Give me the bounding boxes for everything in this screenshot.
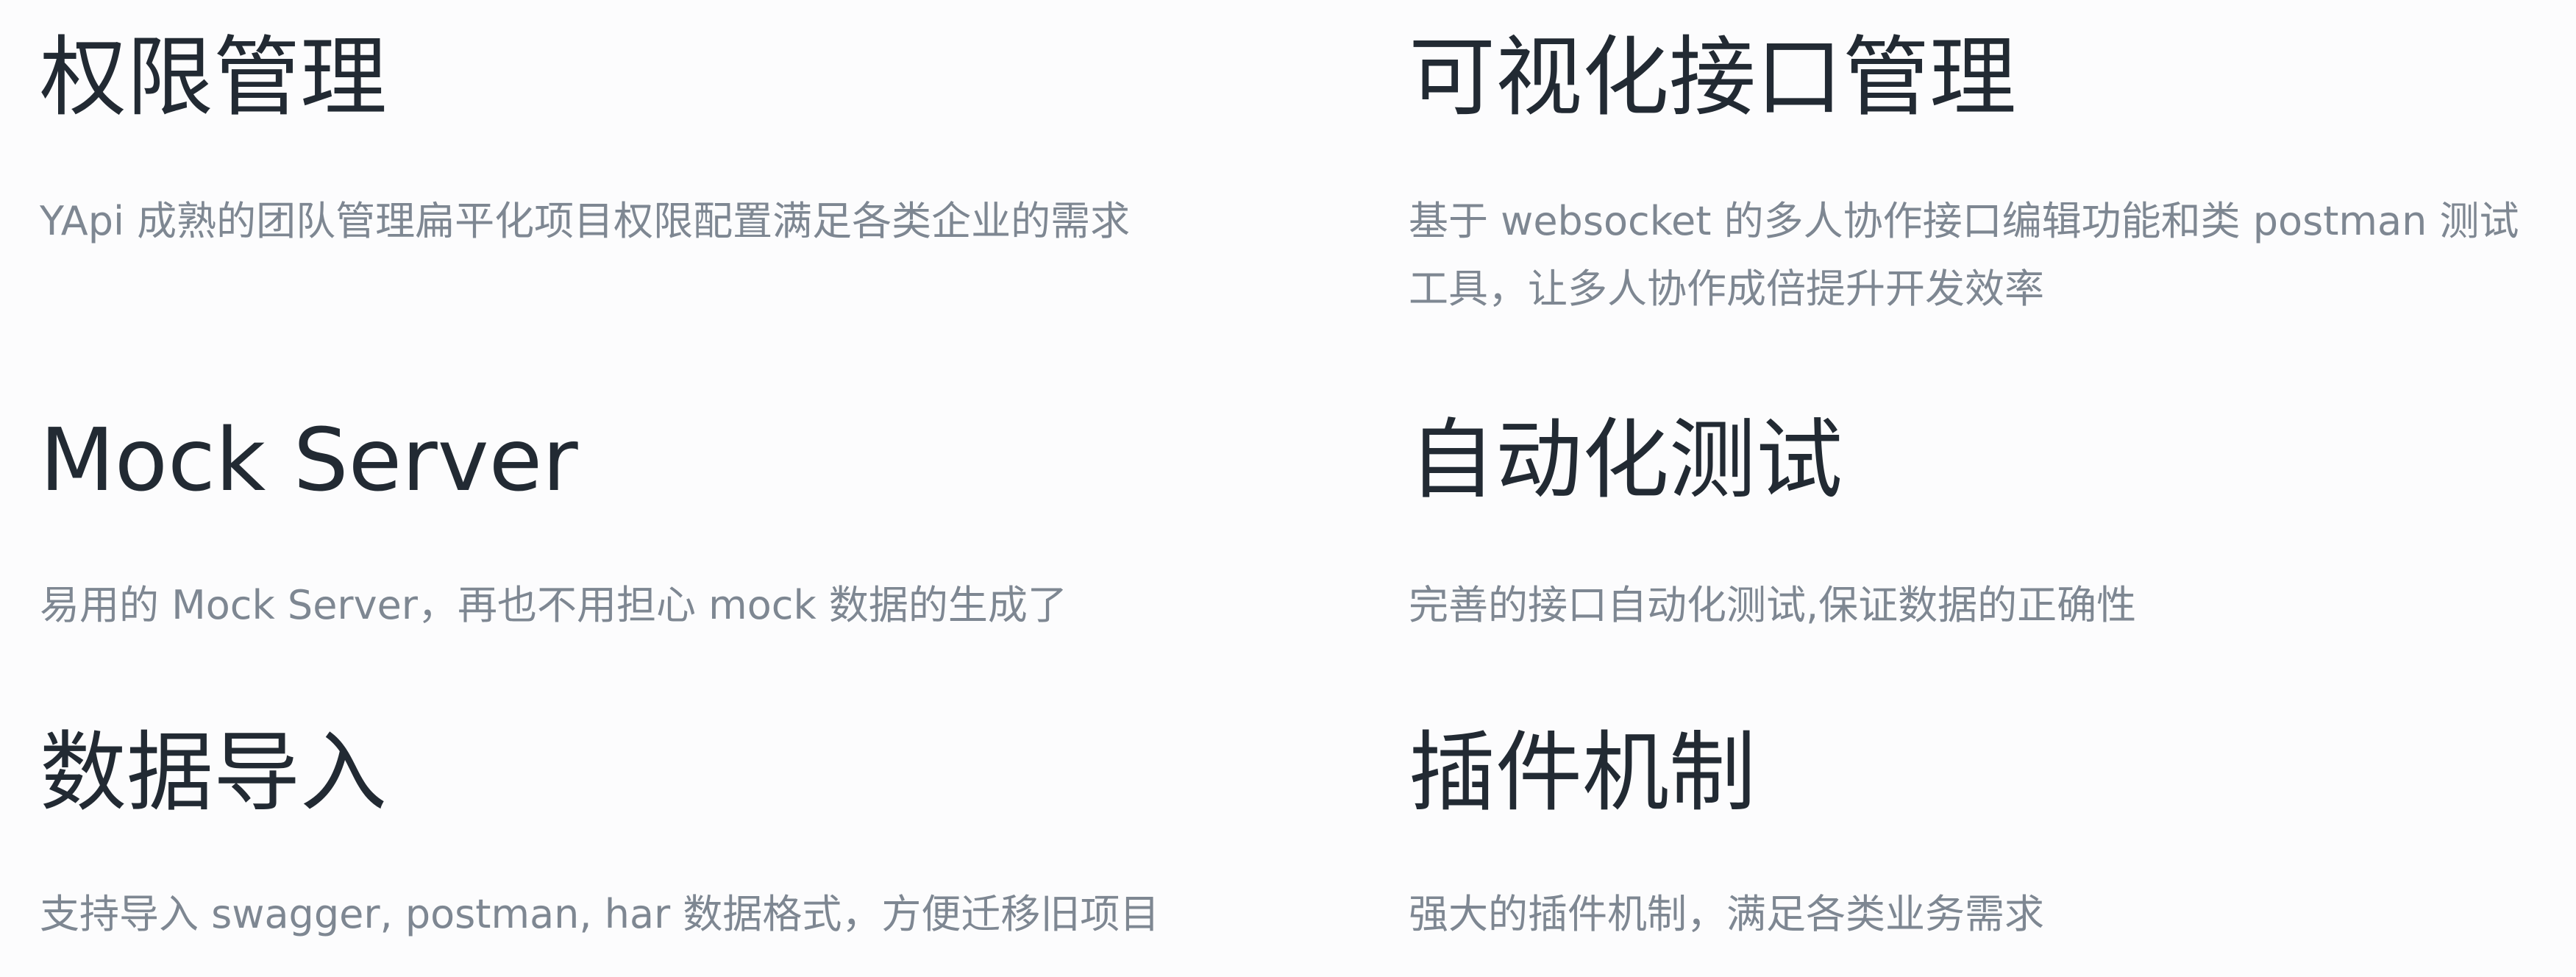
feature-description: YApi 成熟的团队管理扁平化项目权限配置满足各类企业的需求	[40, 198, 1131, 244]
feature-data-import: 数据导入 支持导入 swagger, postman, har 数据格式，方便迁…	[40, 725, 1290, 948]
feature-api-visual: 可视化接口管理 基于 websocket 的多人协作接口编辑功能和类 postm…	[1409, 29, 2556, 323]
feature-mock-server: Mock Server 易用的 Mock Server，再也不用担心 mock …	[40, 412, 1290, 639]
feature-description: 基于 websocket 的多人协作接口编辑功能和类 postman 测试工具，…	[1409, 198, 2519, 312]
feature-auto-test: 自动化测试 完善的接口自动化测试,保证数据的正确性	[1409, 412, 2556, 639]
feature-title: 可视化接口管理	[1409, 26, 2017, 128]
feature-description: 易用的 Mock Server，再也不用担心 mock 数据的生成了	[40, 582, 1067, 628]
feature-title: Mock Server	[40, 409, 578, 511]
feature-permission: 权限管理 YApi 成熟的团队管理扁平化项目权限配置满足各类企业的需求	[40, 29, 1290, 255]
feature-title: 自动化测试	[1409, 409, 1843, 511]
feature-description: 完善的接口自动化测试,保证数据的正确性	[1409, 582, 2137, 628]
feature-description: 强大的插件机制，满足各类业务需求	[1409, 891, 2044, 937]
feature-title: 权限管理	[40, 26, 388, 128]
feature-title: 数据导入	[40, 722, 388, 823]
feature-plugin: 插件机制 强大的插件机制，满足各类业务需求	[1409, 725, 2556, 948]
feature-description: 支持导入 swagger, postman, har 数据格式，方便迁移旧项目	[40, 891, 1160, 937]
feature-title: 插件机制	[1409, 722, 1757, 823]
